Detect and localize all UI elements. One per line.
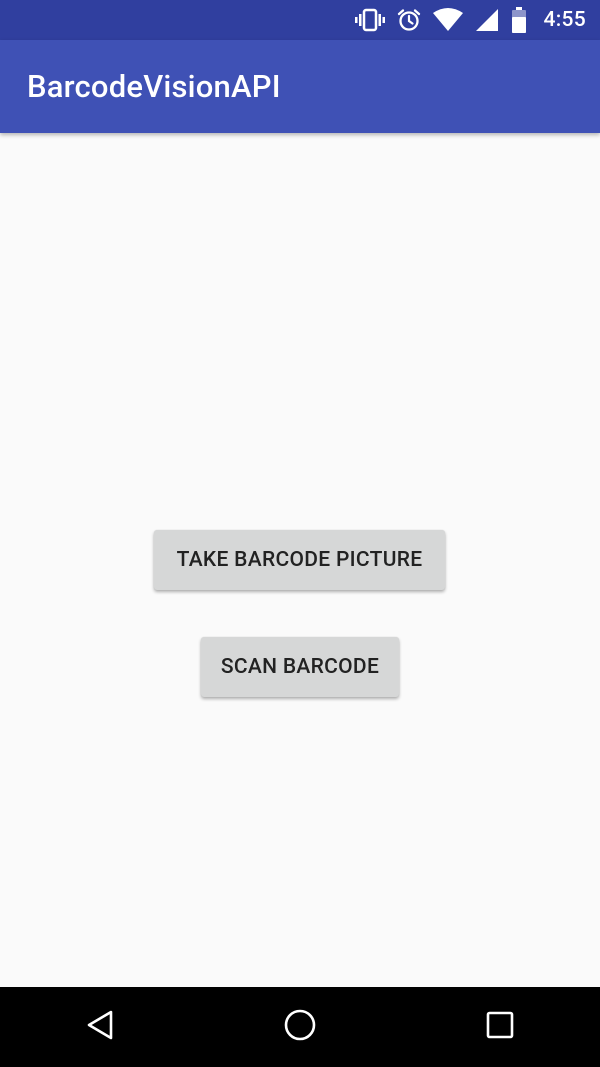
app-title: BarcodeVisionAPI [27, 68, 281, 105]
scan-barcode-button[interactable]: SCAN BARCODE [201, 637, 399, 697]
status-bar: 4:55 [0, 0, 600, 40]
recents-icon [485, 1010, 515, 1044]
status-icons: 4:55 [355, 7, 586, 33]
home-icon [283, 1008, 317, 1046]
back-button[interactable] [50, 987, 150, 1067]
app-bar: BarcodeVisionAPI [0, 40, 600, 133]
battery-icon [511, 7, 527, 33]
status-time: 4:55 [543, 8, 586, 32]
signal-icon [475, 8, 499, 32]
alarm-icon [397, 8, 421, 32]
wifi-icon [433, 8, 464, 32]
navigation-bar [0, 987, 600, 1067]
back-icon [85, 1009, 115, 1045]
vibrate-icon [355, 8, 386, 32]
main-content: TAKE BARCODE PICTURE SCAN BARCODE [0, 133, 600, 987]
take-barcode-picture-button[interactable]: TAKE BARCODE PICTURE [154, 530, 445, 590]
recents-button[interactable] [450, 987, 550, 1067]
home-button[interactable] [250, 987, 350, 1067]
